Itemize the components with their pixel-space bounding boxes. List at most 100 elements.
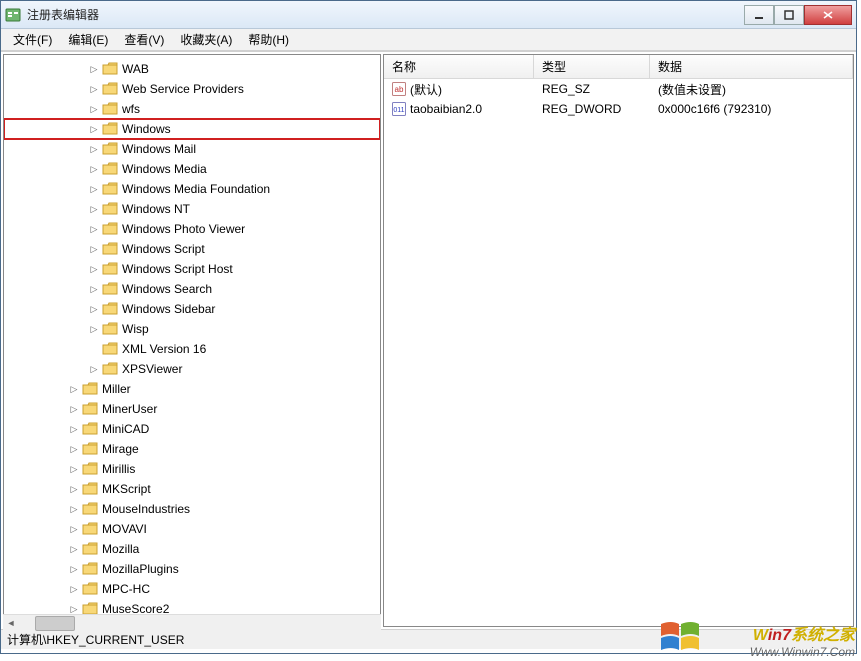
tree-item[interactable]: ▷ MPC-HC [4,579,380,599]
tree-item[interactable]: ▷ Windows [4,119,380,139]
tree-expander-icon[interactable]: ▷ [68,523,80,535]
tree-expander-icon[interactable]: ▷ [68,503,80,515]
tree-item[interactable]: ▷MKScript [4,479,380,499]
tree-item-label: Windows Media [122,162,207,176]
menu-edit[interactable]: 编辑(E) [60,29,116,50]
folder-icon [82,382,98,396]
tree-expander-icon[interactable]: ▷ [68,463,80,475]
tree-item[interactable]: ▷Miller [4,379,380,399]
tree-item[interactable]: ▷Windows Media Foundation [4,179,380,199]
tree-item[interactable]: ▷Windows Sidebar [4,299,380,319]
tree-item[interactable]: ▷MouseIndustries [4,499,380,519]
list-row[interactable]: ab(默认)REG_SZ(数值未设置) [384,79,853,99]
folder-icon [102,82,118,96]
tree-expander-icon[interactable]: ▷ [88,263,100,275]
folder-icon [102,242,118,256]
tree-item[interactable]: ▷MozillaPlugins [4,559,380,579]
tree-item-label: MPC-HC [102,582,150,596]
tree-expander-icon[interactable]: ▷ [88,143,100,155]
tree-expander-icon[interactable]: ▷ [88,103,100,115]
tree-item[interactable]: ▷ MiniCAD [4,419,380,439]
list-body[interactable]: ab(默认)REG_SZ(数值未设置)011taobaibian2.0REG_D… [384,79,853,626]
tree-expander-icon[interactable]: ▷ [88,63,100,75]
tree-item-label: MiniCAD [102,422,149,436]
tree-expander-icon[interactable] [88,343,100,355]
menu-favorites[interactable]: 收藏夹(A) [172,29,240,50]
maximize-button[interactable] [774,5,804,25]
scroll-left-icon[interactable]: ◄ [3,616,19,631]
tree-item[interactable]: ▷wfs [4,99,380,119]
tree-expander-icon[interactable]: ▷ [88,303,100,315]
folder-icon [102,262,118,276]
menu-view[interactable]: 查看(V) [116,29,172,50]
tree-expander-icon[interactable]: ▷ [88,83,100,95]
list-header: 名称 类型 数据 [384,55,853,79]
tree-item-label: Mirage [102,442,139,456]
tree-item[interactable]: ▷ Mirage [4,439,380,459]
minimize-button[interactable] [744,5,774,25]
tree-item-label: Windows [122,122,171,136]
tree-expander-icon[interactable]: ▷ [68,583,80,595]
tree-item-label: MinerUser [102,402,157,416]
tree-item-label: MOVAVI [102,522,147,536]
tree-expander-icon[interactable]: ▷ [88,123,100,135]
tree-expander-icon[interactable]: ▷ [68,563,80,575]
tree-expander-icon[interactable]: ▷ [68,483,80,495]
tree-item[interactable]: ▷Mozilla [4,539,380,559]
menu-file[interactable]: 文件(F) [5,29,60,50]
tree-expander-icon[interactable]: ▷ [68,383,80,395]
menubar: 文件(F) 编辑(E) 查看(V) 收藏夹(A) 帮助(H) [1,29,856,51]
tree-expander-icon[interactable]: ▷ [68,443,80,455]
tree-expander-icon[interactable]: ▷ [88,163,100,175]
cell-name: 011taobaibian2.0 [384,101,534,117]
scroll-thumb[interactable] [35,616,75,631]
tree-item-label: Mirillis [102,462,135,476]
tree-expander-icon[interactable]: ▷ [68,403,80,415]
window-title: 注册表编辑器 [27,6,744,23]
tree-horizontal-scrollbar[interactable]: ◄ [3,614,381,631]
column-header-data[interactable]: 数据 [650,55,853,78]
folder-icon [102,202,118,216]
tree-expander-icon[interactable]: ▷ [88,243,100,255]
tree-expander-icon[interactable]: ▷ [68,423,80,435]
tree-expander-icon[interactable]: ▷ [88,363,100,375]
tree-item[interactable]: ▷WAB [4,59,380,79]
tree-item[interactable]: ▷Web Service Providers [4,79,380,99]
statusbar: 计算机\HKEY_CURRENT_USER [1,629,856,649]
tree-item[interactable]: ▷Windows NT [4,199,380,219]
tree-expander-icon[interactable]: ▷ [68,543,80,555]
tree-item[interactable]: ▷Wisp [4,319,380,339]
tree-expander-icon[interactable]: ▷ [88,323,100,335]
tree-expander-icon[interactable]: ▷ [88,203,100,215]
tree-item[interactable]: ▷ Windows Script [4,239,380,259]
svg-text:011: 011 [393,107,404,114]
tree-item[interactable]: XML Version 16 [4,339,380,359]
tree-expander-icon[interactable]: ▷ [88,183,100,195]
tree-item[interactable]: ▷ MinerUser [4,399,380,419]
folder-icon [102,142,118,156]
list-row[interactable]: 011taobaibian2.0REG_DWORD0x000c16f6 (792… [384,99,853,119]
tree-item[interactable]: ▷Windows Script Host [4,259,380,279]
tree-item[interactable]: ▷Windows Search [4,279,380,299]
tree-pane[interactable]: ▷WAB▷Web Service Providers▷wfs▷Windows▷W… [3,54,381,627]
tree-item[interactable]: ▷ Mirillis [4,459,380,479]
tree-item-label: Windows Script [122,242,205,256]
folder-icon [102,102,118,116]
close-button[interactable] [804,5,852,25]
watermark-url: Www.Winwin7.Com [750,645,855,659]
tree-expander-icon[interactable]: ▷ [88,283,100,295]
column-header-name[interactable]: 名称 [384,55,534,78]
folder-icon [82,502,98,516]
window-controls [744,5,852,25]
tree-item[interactable]: ▷ Windows Media [4,159,380,179]
menu-help[interactable]: 帮助(H) [240,29,297,50]
tree-item[interactable]: ▷ MOVAVI [4,519,380,539]
folder-icon [82,422,98,436]
tree-item[interactable]: ▷XPSViewer [4,359,380,379]
folder-icon [82,522,98,536]
tree-item[interactable]: ▷Windows Photo Viewer [4,219,380,239]
titlebar[interactable]: 注册表编辑器 [1,1,856,29]
tree-expander-icon[interactable]: ▷ [88,223,100,235]
column-header-type[interactable]: 类型 [534,55,650,78]
tree-item[interactable]: ▷Windows Mail [4,139,380,159]
